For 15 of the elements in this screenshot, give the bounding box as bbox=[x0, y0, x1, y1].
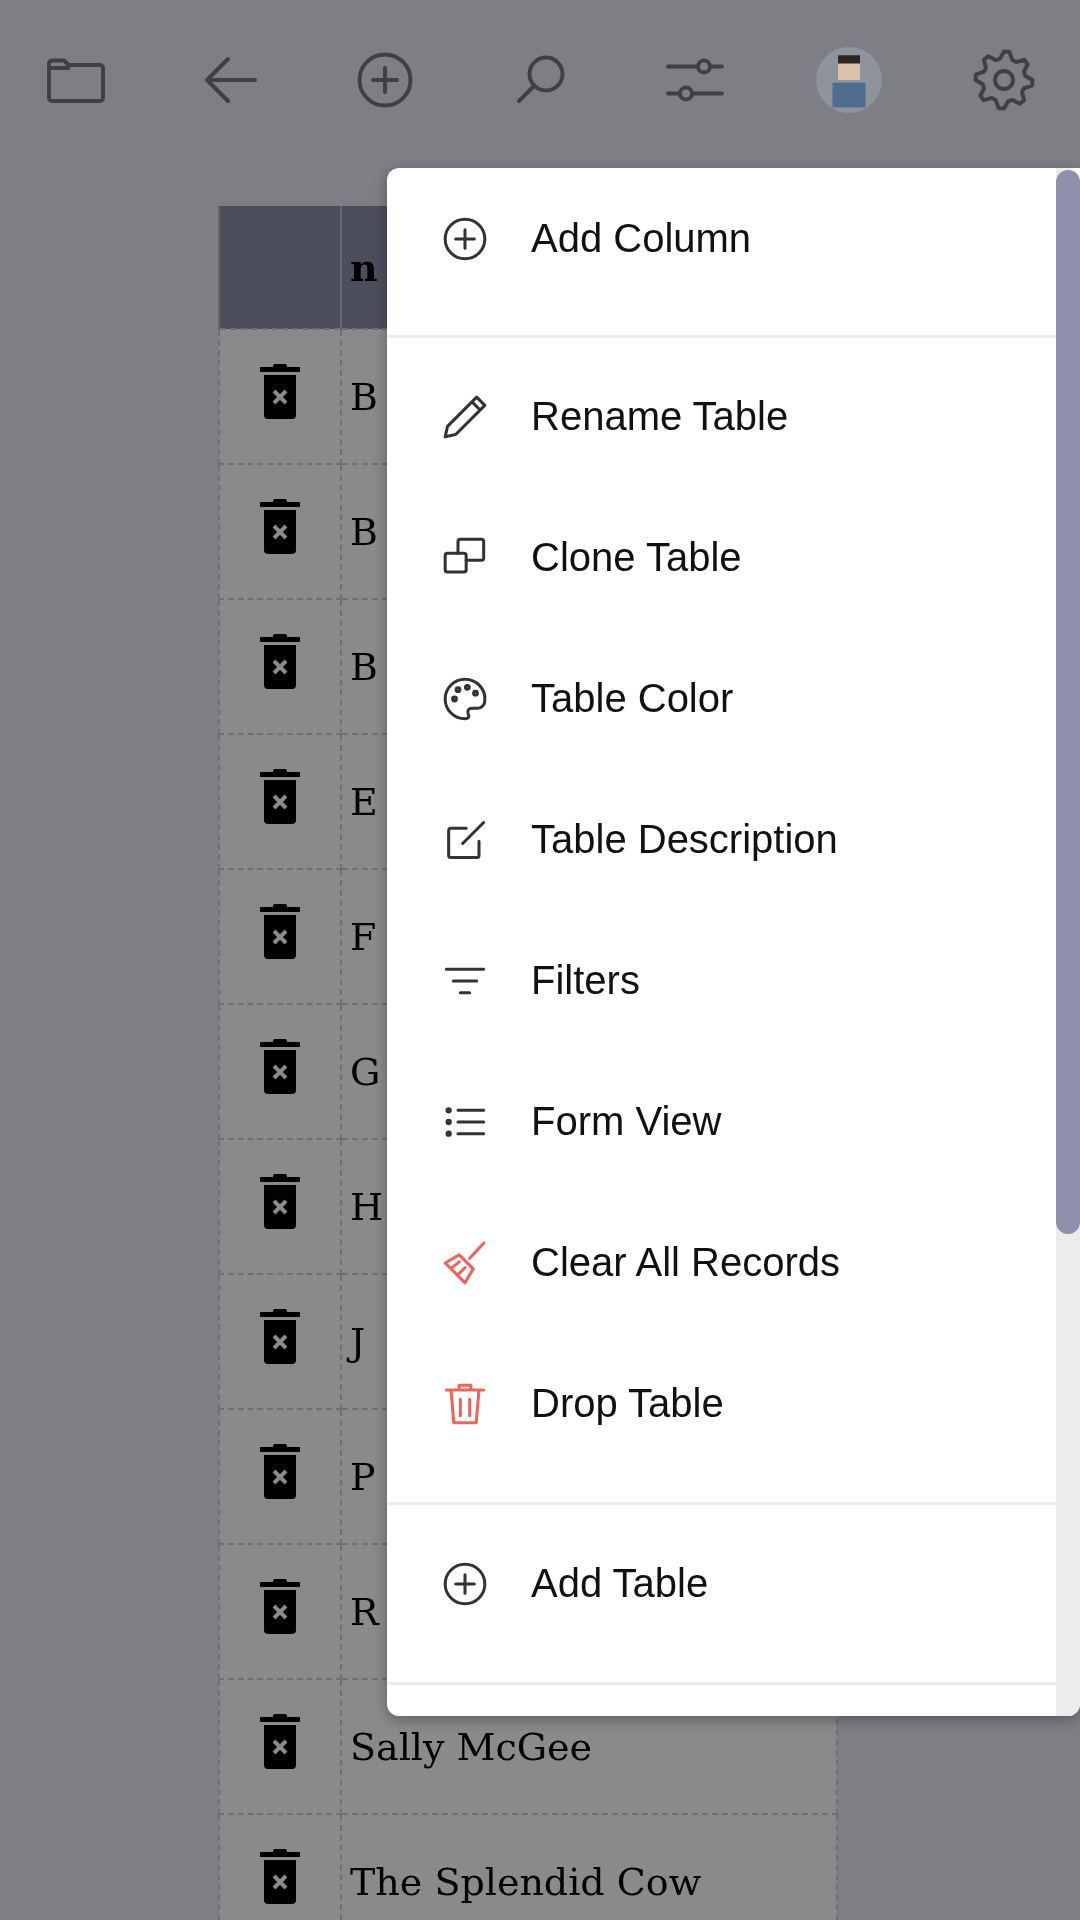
delete-row-icon[interactable] bbox=[260, 1174, 300, 1230]
delete-row-icon[interactable] bbox=[260, 364, 300, 420]
delete-row-icon[interactable] bbox=[260, 1849, 300, 1905]
delete-row-icon[interactable] bbox=[260, 499, 300, 555]
delete-row-icon[interactable] bbox=[260, 1039, 300, 1095]
delete-row-icon[interactable] bbox=[260, 1444, 300, 1500]
delete-row-icon[interactable] bbox=[260, 634, 300, 690]
delete-row-icon[interactable] bbox=[260, 1714, 300, 1770]
table-cell: The Splendid Cow bbox=[341, 1814, 837, 1920]
delete-row-icon[interactable] bbox=[260, 769, 300, 825]
delete-row-icon[interactable] bbox=[260, 904, 300, 960]
delete-row-icon[interactable] bbox=[260, 1579, 300, 1635]
scrollbar-thumb[interactable] bbox=[1056, 170, 1080, 1234]
delete-row-icon[interactable] bbox=[260, 1309, 300, 1365]
scrollbar[interactable] bbox=[1056, 168, 1080, 1716]
